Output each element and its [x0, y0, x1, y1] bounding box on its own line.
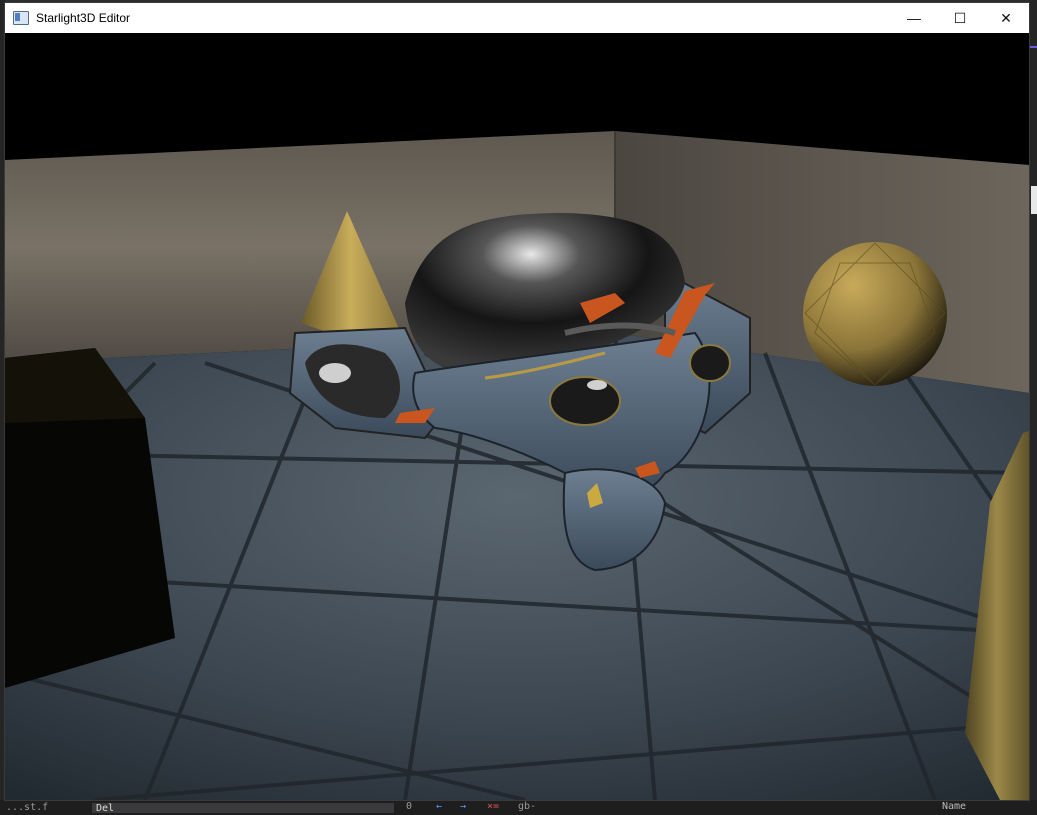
background-name-header: Name	[942, 801, 967, 812]
scene-render	[5, 33, 1029, 800]
window-controls: — ☐ ✕	[891, 3, 1029, 33]
background-input-field[interactable]: Del	[92, 803, 394, 814]
3d-viewport[interactable]	[5, 33, 1029, 800]
background-accent-line	[1029, 46, 1037, 48]
maximize-button[interactable]: ☐	[937, 3, 983, 33]
app-icon	[13, 11, 29, 25]
background-editor-statusbar: ...st.f Del 0 ← → ×= gb- Name	[0, 800, 1037, 814]
editor-window: Starlight3D Editor — ☐ ✕	[5, 3, 1029, 800]
minimize-button[interactable]: —	[891, 3, 937, 33]
background-nav-arrows[interactable]: ← →	[436, 801, 472, 812]
close-button[interactable]: ✕	[983, 3, 1029, 33]
gold-sphere	[803, 242, 947, 386]
background-count: 0	[406, 801, 413, 812]
background-left-text: ...st.f	[6, 802, 49, 813]
background-editor-right-edge	[1029, 0, 1037, 813]
title-bar[interactable]: Starlight3D Editor — ☐ ✕	[5, 3, 1029, 33]
background-scrollbar[interactable]	[1031, 186, 1037, 214]
background-clear-button[interactable]: ×=	[487, 801, 499, 812]
window-title: Starlight3D Editor	[36, 11, 131, 25]
background-gb-label: gb-	[518, 801, 537, 812]
